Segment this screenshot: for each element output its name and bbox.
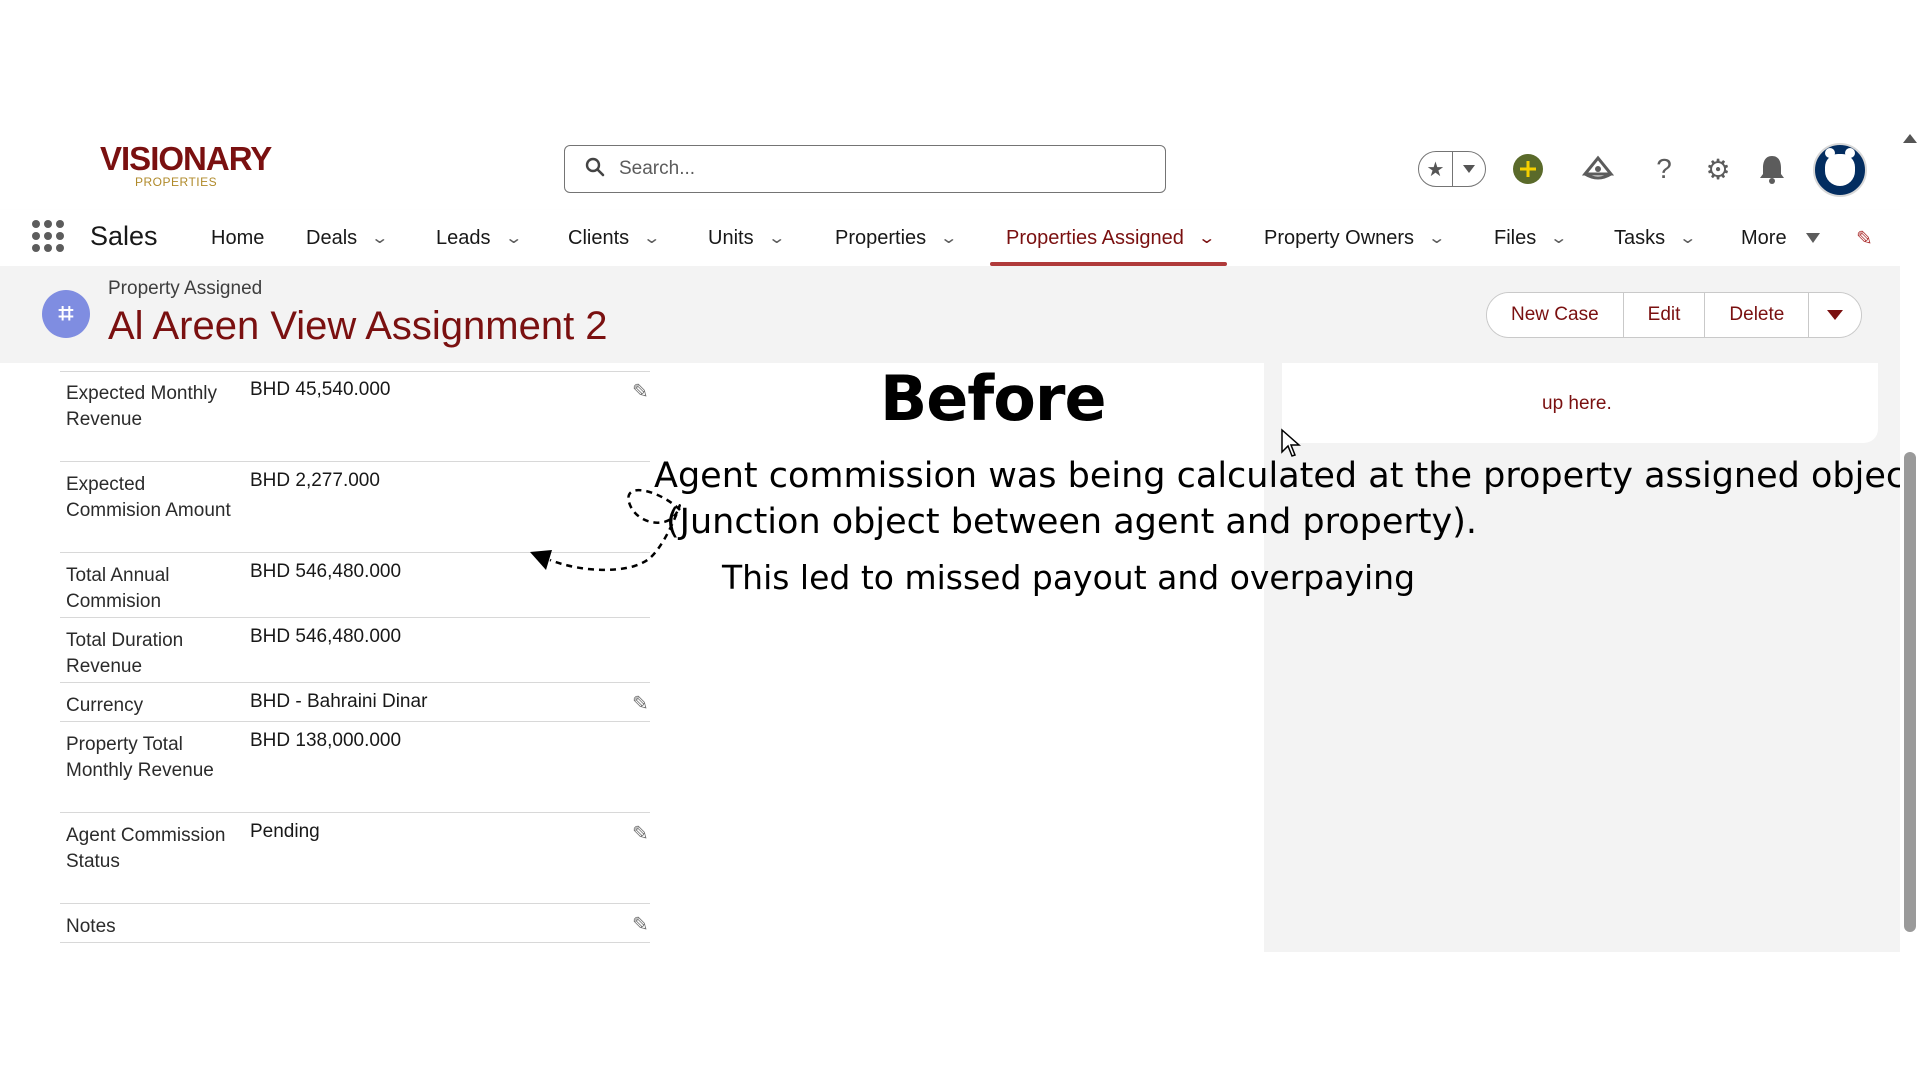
nav-tab-deals[interactable]: Deals ⌄ xyxy=(306,210,389,266)
field-value: BHD 2,277.000 xyxy=(250,470,380,491)
nav-tab-label: Leads xyxy=(436,226,491,249)
scroll-up-arrow-icon[interactable] xyxy=(1903,134,1917,143)
field-label: Currency xyxy=(66,695,144,716)
related-info-text: up here. xyxy=(1542,393,1612,414)
nav-tab-properties-assigned[interactable]: Properties Assigned ⌄ xyxy=(989,210,1228,266)
nav-tab-label: Properties xyxy=(835,226,927,249)
field-label: Expected Monthly Revenue xyxy=(66,383,218,430)
logo-subtitle: PROPERTIES xyxy=(135,175,218,189)
field-label: Total Duration Revenue xyxy=(66,630,184,677)
field-property-total-monthly-revenue: Property Total Monthly Revenue BHD 138,0… xyxy=(60,722,650,813)
chevron-down-icon[interactable]: ⌄ xyxy=(939,228,958,248)
favorites-star-icon[interactable]: ★ xyxy=(1419,152,1452,186)
field-notes: Notes ✎ xyxy=(60,904,650,943)
related-info-card: up here. xyxy=(1282,363,1878,443)
nav-tab-more[interactable]: More xyxy=(1741,210,1821,266)
more-actions-button[interactable] xyxy=(1809,293,1862,337)
chevron-down-icon[interactable]: ⌄ xyxy=(1427,228,1446,248)
edit-pencil-icon[interactable]: ✎ xyxy=(632,379,649,404)
record-title: Al Areen View Assignment 2 xyxy=(108,304,608,348)
record-highlights-header: ⌗ Property Assigned Al Areen View Assign… xyxy=(0,266,1900,363)
search-icon xyxy=(585,157,605,182)
logo-wordmark: VISIONARY xyxy=(100,140,272,177)
trailhead-icon[interactable] xyxy=(1580,151,1616,187)
field-value: BHD 546,480.000 xyxy=(250,626,402,647)
field-currency: Currency BHD - Bahraini Dinar ✎ xyxy=(60,683,650,722)
app-navigation-bar: Sales Home Deals ⌄ Leads ⌄ Clients ⌄ Uni… xyxy=(0,210,1900,266)
nav-tab-label: Properties Assigned xyxy=(1006,226,1184,249)
edit-button[interactable]: Edit xyxy=(1623,293,1706,337)
chevron-down-icon[interactable]: ⌄ xyxy=(642,228,661,248)
annotation-text-line: (Junction object between agent and prope… xyxy=(666,502,1478,542)
field-agent-commission-status: Agent Commission Status Pending ✎ xyxy=(60,813,650,904)
favorites-group: ★ xyxy=(1418,151,1486,187)
mouse-cursor-icon xyxy=(1281,428,1301,457)
nav-tab-tasks[interactable]: Tasks ⌄ xyxy=(1614,210,1697,266)
app-name: Sales xyxy=(90,221,158,251)
edit-pencil-icon[interactable]: ✎ xyxy=(632,912,649,937)
nav-tab-label: Deals xyxy=(306,226,358,249)
nav-tab-files[interactable]: Files ⌄ xyxy=(1494,210,1569,266)
field-total-duration-revenue: Total Duration Revenue BHD 546,480.000 xyxy=(60,618,650,683)
field-value: Pending xyxy=(250,821,320,842)
nav-tab-clients[interactable]: Clients ⌄ xyxy=(568,210,661,266)
nav-tab-leads[interactable]: Leads ⌄ xyxy=(436,210,523,266)
field-value: BHD 138,000.000 xyxy=(250,730,402,751)
global-search[interactable] xyxy=(564,145,1166,193)
delete-button[interactable]: Delete xyxy=(1705,293,1810,337)
chevron-down-icon[interactable]: ⌄ xyxy=(767,228,786,248)
field-label: Notes xyxy=(66,916,116,937)
nav-tab-property-owners[interactable]: Property Owners ⌄ xyxy=(1264,210,1446,266)
caret-down-icon xyxy=(1827,310,1844,320)
setup-gear-icon[interactable]: ⚙ xyxy=(1700,151,1736,187)
record-type-icon: ⌗ xyxy=(42,290,90,338)
help-icon[interactable]: ? xyxy=(1646,151,1682,187)
edit-pencil-icon[interactable]: ✎ xyxy=(632,821,649,846)
global-add-icon[interactable] xyxy=(1510,151,1546,187)
record-object-type: Property Assigned xyxy=(108,278,263,299)
nav-tab-label: Tasks xyxy=(1614,226,1666,249)
search-input[interactable] xyxy=(619,158,1139,180)
annotation-title: Before xyxy=(880,362,1107,435)
annotation-arrow-icon xyxy=(530,488,681,572)
avatar-bear-icon xyxy=(1825,148,1855,186)
record-details-card: Expected Monthly Revenue BHD 45,540.000 … xyxy=(24,363,1264,952)
chevron-down-icon[interactable]: ⌄ xyxy=(504,228,523,248)
caret-down-icon[interactable] xyxy=(1805,227,1821,250)
company-logo[interactable]: VISIONARY PROPERTIES xyxy=(100,140,290,190)
chevron-down-icon[interactable]: ⌄ xyxy=(1678,228,1697,248)
field-value: BHD 45,540.000 xyxy=(250,379,391,400)
chevron-down-icon[interactable]: ⌄ xyxy=(1197,228,1216,248)
nav-tab-properties[interactable]: Properties ⌄ xyxy=(835,210,958,266)
field-label: Agent Commission Status xyxy=(66,825,226,872)
annotation-text-line: Agent commission was being calculated at… xyxy=(654,456,1919,496)
nav-tab-label: Clients xyxy=(568,226,630,249)
user-avatar[interactable] xyxy=(1813,143,1867,197)
scrollbar-thumb[interactable] xyxy=(1904,452,1916,932)
nav-tab-home[interactable]: Home xyxy=(211,210,264,266)
field-label: Expected Commision Amount xyxy=(66,474,231,521)
nav-tab-label: Home xyxy=(211,226,265,249)
edit-nav-pencil-icon[interactable]: ✎ xyxy=(1856,226,1873,251)
edit-pencil-icon[interactable]: ✎ xyxy=(632,691,649,716)
field-value: BHD - Bahraini Dinar xyxy=(250,691,428,712)
new-case-button[interactable]: New Case xyxy=(1487,293,1624,337)
favorites-dropdown-icon[interactable] xyxy=(1451,152,1485,186)
field-label: Total Annual Commision xyxy=(66,565,170,612)
nav-tab-label: Property Owners xyxy=(1264,226,1415,249)
nav-tab-units[interactable]: Units ⌄ xyxy=(708,210,786,266)
chevron-down-icon[interactable]: ⌄ xyxy=(370,228,389,248)
nav-tab-label: Files xyxy=(1494,226,1537,249)
record-content-area: Expected Monthly Revenue BHD 45,540.000 … xyxy=(24,363,1900,952)
nav-tab-label: More xyxy=(1741,226,1787,249)
nav-tab-label: Units xyxy=(708,226,754,249)
app-launcher-grid-icon[interactable] xyxy=(32,220,64,252)
field-expected-monthly-revenue: Expected Monthly Revenue BHD 45,540.000 … xyxy=(60,371,650,462)
chevron-down-icon[interactable]: ⌄ xyxy=(1550,228,1569,248)
field-value: BHD 546,480.000 xyxy=(250,561,402,582)
field-label: Property Total Monthly Revenue xyxy=(66,734,214,781)
notifications-bell-icon[interactable] xyxy=(1754,151,1790,187)
record-action-buttons: New Case Edit Delete xyxy=(1486,292,1863,338)
annotation-text-line: This led to missed payout and overpaying xyxy=(722,558,1416,597)
